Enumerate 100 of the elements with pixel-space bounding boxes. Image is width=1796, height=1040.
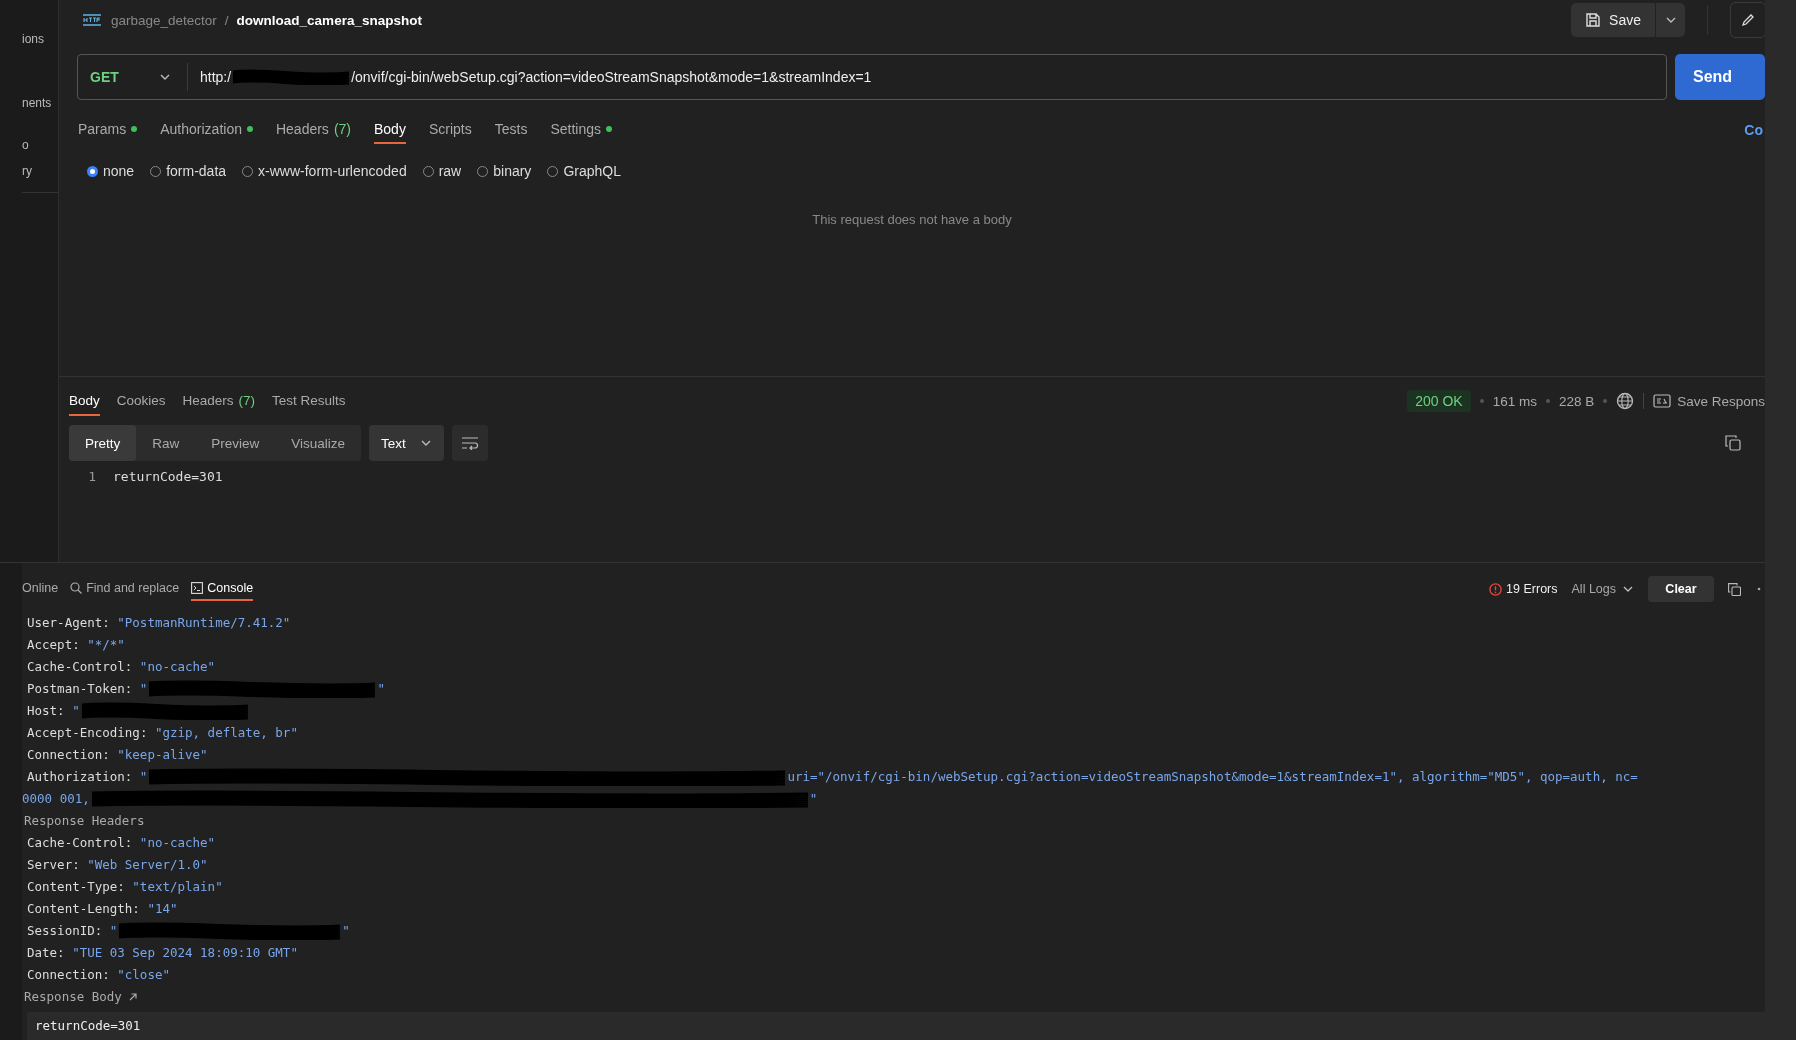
log-filter-dropdown[interactable]: All Logs bbox=[1571, 582, 1634, 596]
response-tab[interactable]: Test Results bbox=[272, 386, 346, 416]
request-tab[interactable]: Headers (7) bbox=[275, 116, 351, 144]
header-name: Cache-Control: bbox=[27, 834, 133, 852]
errors-button[interactable]: 19 Errors bbox=[1489, 582, 1558, 596]
sidebar-item[interactable]: ry bbox=[0, 164, 58, 178]
header-name: Authorization: bbox=[27, 768, 133, 786]
response-size: 228 B bbox=[1558, 393, 1595, 409]
body-type-radio[interactable]: none bbox=[87, 163, 135, 179]
request-tab[interactable]: Body bbox=[374, 116, 406, 144]
save-options-button[interactable] bbox=[1655, 3, 1685, 37]
url-text: /onvif/cgi-bin/webSetup.cgi?action=videoStreamSnapshot&mode=1&streamIndex=1 bbox=[351, 69, 872, 85]
header-value: " bbox=[342, 922, 350, 940]
send-button[interactable]: Send bbox=[1675, 54, 1765, 100]
example-icon bbox=[1653, 394, 1672, 408]
header-value: "no-cache" bbox=[139, 834, 216, 852]
header-value: "Web Server/1.0" bbox=[87, 856, 208, 874]
header-value: "PostmanRuntime/7.41.2" bbox=[117, 614, 291, 632]
header-name: Content-Length: bbox=[27, 900, 140, 918]
header-name: SessionID: bbox=[27, 922, 103, 940]
format-tab[interactable]: Pretty bbox=[69, 425, 137, 461]
format-tab[interactable]: Raw bbox=[136, 425, 196, 461]
request-tab[interactable]: Scripts bbox=[428, 116, 472, 144]
response-time: 161 ms bbox=[1492, 393, 1537, 409]
sidebar-item[interactable]: nents bbox=[0, 96, 58, 110]
save-response-button[interactable]: Save Respons bbox=[1653, 393, 1765, 409]
section-heading: Response Body bbox=[24, 988, 122, 1006]
body-type-radio[interactable]: form-data bbox=[150, 163, 227, 179]
request-tab[interactable]: Settings bbox=[550, 116, 612, 144]
method-dropdown[interactable]: GET bbox=[78, 63, 188, 91]
body-type-radio[interactable]: GraphQL bbox=[547, 163, 621, 179]
header-value: " bbox=[109, 922, 118, 940]
response-body-box: returnCode=301 bbox=[27, 1012, 1765, 1040]
wrap-lines-icon bbox=[460, 436, 479, 450]
http-icon bbox=[81, 11, 103, 29]
format-tab[interactable]: Preview bbox=[195, 425, 276, 461]
copy-icon bbox=[1725, 435, 1741, 451]
line-number: 1 bbox=[87, 469, 97, 484]
header-name: Postman-Token: bbox=[27, 680, 133, 698]
body-type-radio[interactable]: binary bbox=[477, 163, 532, 179]
url-text: http:/ bbox=[200, 69, 232, 85]
language-dropdown[interactable]: Text bbox=[369, 425, 444, 461]
request-tab[interactable]: Authorization bbox=[160, 116, 253, 144]
error-icon bbox=[1489, 582, 1503, 596]
response-tab[interactable]: Body bbox=[69, 386, 100, 416]
header-value: "close" bbox=[117, 966, 170, 984]
console-tab[interactable]: Console bbox=[191, 577, 254, 601]
clear-button[interactable]: Clear bbox=[1648, 576, 1714, 602]
external-link-icon[interactable] bbox=[127, 992, 138, 1002]
header-value: "14" bbox=[147, 900, 178, 918]
header-value: " bbox=[139, 768, 148, 786]
console-tab[interactable]: Find and replace bbox=[70, 577, 180, 601]
header-value: "no-cache" bbox=[139, 658, 216, 676]
empty-body-message: This request does not have a body bbox=[812, 212, 1012, 227]
header-name: Accept-Encoding: bbox=[27, 724, 148, 742]
globe-icon[interactable] bbox=[1616, 392, 1635, 410]
header-name: Server: bbox=[27, 856, 80, 874]
response-tab[interactable]: Headers (7) bbox=[182, 386, 256, 416]
header-name: Connection: bbox=[27, 746, 110, 764]
copy-icon bbox=[1728, 582, 1741, 596]
wrap-button[interactable] bbox=[451, 425, 488, 461]
body-type-radio[interactable]: x-www-form-urlencoded bbox=[242, 163, 407, 179]
status-badge: 200 OK bbox=[1407, 390, 1471, 412]
header-name: Host: bbox=[27, 702, 65, 720]
header-value: uri="/onvif/cgi-bin/webSetup.cgi?action=videoStreamSnapshot&mode=1&streamIndex=1", algorithm="MD5", qop=auth, nc= bbox=[787, 768, 1638, 786]
header-value: " bbox=[809, 790, 818, 808]
console-tab[interactable]: Online bbox=[22, 577, 59, 601]
header-value: "text/plain" bbox=[132, 878, 223, 896]
save-button[interactable]: Save bbox=[1571, 3, 1655, 37]
response-tab[interactable]: Cookies bbox=[116, 386, 166, 416]
header-name: Content-Type: bbox=[27, 878, 125, 896]
header-value: "keep-alive" bbox=[117, 746, 208, 764]
header-name: Cache-Control: bbox=[27, 658, 133, 676]
cookies-link[interactable]: Co bbox=[1744, 122, 1763, 138]
pencil-icon bbox=[1740, 12, 1756, 28]
header-value: "gzip, deflate, br" bbox=[154, 724, 298, 742]
search-icon bbox=[70, 582, 83, 594]
header-value: 0000 001, bbox=[22, 790, 90, 808]
header-value: "*/*" bbox=[87, 636, 125, 654]
body-type-radio[interactable]: raw bbox=[422, 163, 462, 179]
sidebar-item[interactable]: o bbox=[0, 138, 58, 152]
header-name: Accept: bbox=[27, 636, 80, 654]
header-name: Date: bbox=[27, 944, 65, 962]
request-tab[interactable]: Tests bbox=[494, 116, 528, 144]
sidebar-item[interactable]: ions bbox=[0, 32, 58, 46]
copy-button[interactable] bbox=[1728, 582, 1741, 596]
header-value: " bbox=[72, 702, 80, 720]
url-field[interactable]: GET http:/ /onvif/cgi-bin/webSetup.cgi?action=videoStreamSnapshot&mode=1&streamIndex=1 bbox=[77, 54, 1667, 100]
header-value: "TUE 03 Sep 2024 18:09:10 GMT" bbox=[72, 944, 298, 962]
format-tab[interactable]: Visualize bbox=[275, 425, 362, 461]
header-value: " bbox=[139, 680, 148, 698]
request-tab[interactable]: Params bbox=[78, 116, 138, 144]
header-value: " bbox=[377, 680, 385, 698]
code-line: returnCode=301 bbox=[113, 469, 223, 484]
header-name: Connection: bbox=[27, 966, 110, 984]
terminal-icon bbox=[191, 582, 204, 594]
section-heading: Response Headers bbox=[24, 812, 145, 830]
collection-link[interactable]: garbage_detector bbox=[111, 12, 217, 28]
request-title: download_camera_snapshot bbox=[236, 12, 422, 28]
header-name: User-Agent: bbox=[27, 614, 110, 632]
